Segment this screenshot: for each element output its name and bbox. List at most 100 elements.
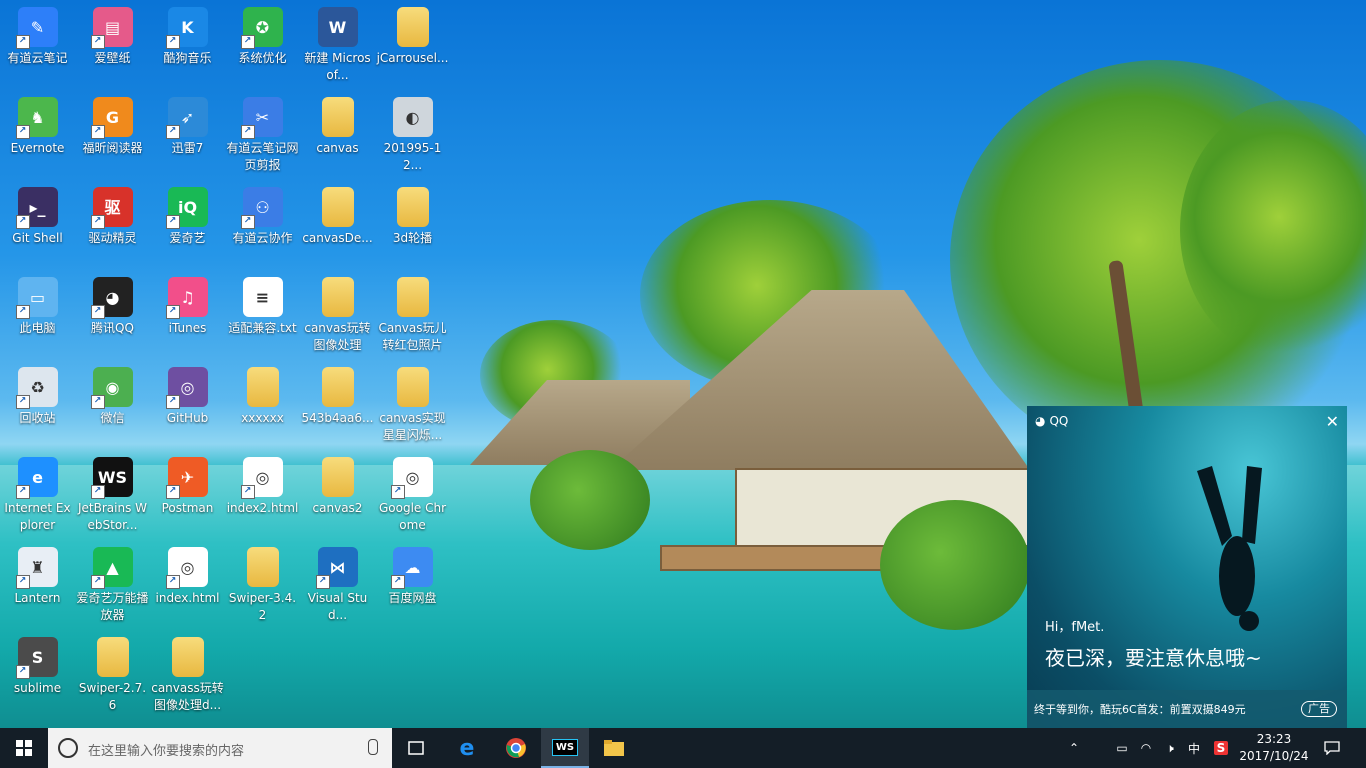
desktop-icon[interactable]: Swiper-3.4.2: [225, 540, 300, 624]
desktop-icon[interactable]: Swiper-2.7.6: [75, 630, 150, 714]
desktop-icon[interactable]: 3d轮播: [375, 180, 450, 247]
desktop-icon[interactable]: ◎ ↗ index.html: [150, 540, 225, 607]
system-clock[interactable]: 23:23 2017/10/24: [1234, 731, 1314, 765]
shortcut-arrow-icon: ↗: [165, 35, 180, 49]
battery-icon[interactable]: ▭: [1110, 728, 1134, 768]
qq-notification-popup[interactable]: ◕ QQ ✕ Hi，fMet. 夜已深，要注意休息哦~ 终于等到你，酷玩6C首发…: [1027, 406, 1347, 728]
desktop-icon[interactable]: ✂ ↗ 有道云笔记网页剪报: [225, 90, 300, 174]
shortcut-arrow-icon: ↗: [15, 215, 30, 229]
taskbar-search-box[interactable]: 在这里输入你要搜索的内容: [48, 728, 392, 768]
desktop-icon[interactable]: ♞ ↗ Evernote: [0, 90, 75, 157]
desktop-icon[interactable]: WS ↗ JetBrains WebStor...: [75, 450, 150, 534]
desktop-icon[interactable]: e ↗ Internet Explorer: [0, 450, 75, 534]
desktop-icon-label: 福昕阅读器: [82, 141, 143, 155]
desktop-icon[interactable]: ▭ ↗ 此电脑: [0, 270, 75, 337]
desktop-icon[interactable]: canvas: [300, 90, 375, 157]
qq-message: 夜已深，要注意休息哦~: [1045, 646, 1262, 670]
desktop-icon[interactable]: G ↗ 福昕阅读器: [75, 90, 150, 157]
desktop-icon[interactable]: ▸_ ↗ Git Shell: [0, 180, 75, 247]
desktop-icon[interactable]: canvas实现星星闪烁...: [375, 360, 450, 444]
desktop-icon[interactable]: ◎ ↗ index2.html: [225, 450, 300, 517]
desktop-icon[interactable]: ✎ ↗ 有道云笔记: [0, 0, 75, 67]
wechat-icon: ◉ ↗: [90, 367, 133, 409]
desktop-icon[interactable]: ➶ ↗ 迅雷7: [150, 90, 225, 157]
desktop-icon[interactable]: S ↗ sublime: [0, 630, 75, 697]
shortcut-arrow-icon: ↗: [90, 395, 105, 409]
cortana-icon[interactable]: [58, 738, 78, 758]
desktop-icon[interactable]: ⚇ ↗ 有道云协作: [225, 180, 300, 247]
webstorm-button[interactable]: WS: [541, 728, 589, 768]
desktop-icon[interactable]: iQ ↗ 爱奇艺: [150, 180, 225, 247]
desktop-icon[interactable]: ▤ ↗ 爱壁纸: [75, 0, 150, 67]
desktop-icon[interactable]: ◎ ↗ Google Chrome: [375, 450, 450, 534]
desktop-icon-label: 爱壁纸: [94, 51, 131, 65]
desktop-icon-label: GitHub: [166, 411, 209, 425]
desktop-icon[interactable]: ✈ ↗ Postman: [150, 450, 225, 517]
desktop-icon[interactable]: canvas玩转图像处理: [300, 270, 375, 354]
desktop-icon[interactable]: Canvas玩儿转红包照片: [375, 270, 450, 354]
desktop-icon[interactable]: ☁ ↗ 百度网盘: [375, 540, 450, 607]
wifi-icon[interactable]: ◠: [1134, 728, 1158, 768]
ime-indicator[interactable]: 中: [1182, 728, 1206, 768]
windows-logo-icon: [16, 740, 32, 756]
desktop-icon[interactable]: K ↗ 酷狗音乐: [150, 0, 225, 67]
desktop-icon-label: Evernote: [10, 141, 65, 155]
folder-icon: [396, 7, 429, 47]
desktop-icon[interactable]: 543b4aa6...: [300, 360, 375, 427]
desktop-icon[interactable]: ♜ ↗ Lantern: [0, 540, 75, 607]
desktop-icon[interactable]: ◎ ↗ GitHub: [150, 360, 225, 427]
desktop-icon[interactable]: ◉ ↗ 微信: [75, 360, 150, 427]
volume-muted-icon[interactable]: 🕨: [1158, 728, 1182, 768]
close-icon[interactable]: ✕: [1326, 412, 1339, 431]
desktop-icon-label: 有道云笔记: [7, 51, 68, 65]
desktop-icon[interactable]: ⋈ ↗ Visual Stud...: [300, 540, 375, 624]
desktop-icon[interactable]: canvass玩转图像处理d...: [150, 630, 225, 714]
desktop-icon[interactable]: jCarrousel...: [375, 0, 450, 67]
desktop-icon[interactable]: canvasDe...: [300, 180, 375, 247]
desktop-icon-label: 爱奇艺万能播放器: [76, 591, 149, 622]
desktop-icon[interactable]: ♫ ↗ iTunes: [150, 270, 225, 337]
desktop-icon[interactable]: ◐ 201995-12...: [375, 90, 450, 174]
qq-penguin-icon: ◕: [1035, 414, 1046, 428]
desktop-icon-label: canvasDe...: [302, 231, 373, 245]
desktop-icon[interactable]: ✪ ↗ 系统优化: [225, 0, 300, 67]
desktop-icon-label: 驱动精灵: [88, 231, 137, 245]
action-center-icon[interactable]: [1320, 728, 1344, 768]
desktop-icon[interactable]: ≡ 适配兼容.txt: [225, 270, 300, 337]
desktop-icon[interactable]: canvas2: [300, 450, 375, 517]
folder-icon: [321, 187, 354, 227]
search-placeholder[interactable]: 在这里输入你要搜索的内容: [88, 740, 244, 759]
file-explorer-button[interactable]: [590, 728, 638, 768]
shortcut-arrow-icon: ↗: [15, 665, 30, 679]
shortcut-arrow-icon: ↗: [240, 35, 255, 49]
shortcut-arrow-icon: ↗: [165, 395, 180, 409]
desktop-icon-label: 迅雷7: [171, 141, 204, 155]
desktop-icon[interactable]: ◕ ↗ 腾讯QQ: [75, 270, 150, 337]
edge-button[interactable]: e: [443, 728, 491, 768]
sogou-ime-icon[interactable]: S: [1208, 728, 1234, 768]
qq-greeting: Hi，fMet.: [1045, 620, 1105, 635]
desktop-icon-label: 百度网盘: [388, 591, 437, 605]
desktop-icon[interactable]: W 新建 Microsof...: [300, 0, 375, 84]
show-hidden-icons-chevron-icon[interactable]: ⌃: [1062, 728, 1086, 768]
shortcut-arrow-icon: ↗: [15, 125, 30, 139]
desktop-icon-label: iTunes: [168, 321, 207, 335]
qq-ad-text[interactable]: 终于等到你，酷玩6C首发：前置双摄849元: [1034, 701, 1301, 717]
webstorm-icon: WS: [551, 738, 579, 756]
microphone-icon[interactable]: [368, 739, 378, 755]
qq-ad-bar[interactable]: 终于等到你，酷玩6C首发：前置双摄849元 广告: [1027, 690, 1347, 728]
desktop-icon[interactable]: ▲ ↗ 爱奇艺万能播放器: [75, 540, 150, 624]
desktop-icon[interactable]: 驱 ↗ 驱动精灵: [75, 180, 150, 247]
desktop-icon-label: index2.html: [226, 501, 299, 515]
bush: [880, 500, 1030, 630]
folder-icon: [396, 277, 429, 317]
chrome-button[interactable]: [492, 728, 540, 768]
desktop-icon-label: canvass玩转图像处理d...: [151, 681, 224, 712]
desktop-icon[interactable]: xxxxxx: [225, 360, 300, 427]
task-view-button[interactable]: [392, 728, 440, 768]
desktop-icon-label: 有道云协作: [232, 231, 293, 245]
desktop-icon[interactable]: ♻ ↗ 回收站: [0, 360, 75, 427]
qq-penguin-icon: ◕ ↗: [90, 277, 133, 319]
start-button[interactable]: [0, 728, 48, 768]
baidu-netdisk-icon: ☁ ↗: [390, 547, 433, 589]
